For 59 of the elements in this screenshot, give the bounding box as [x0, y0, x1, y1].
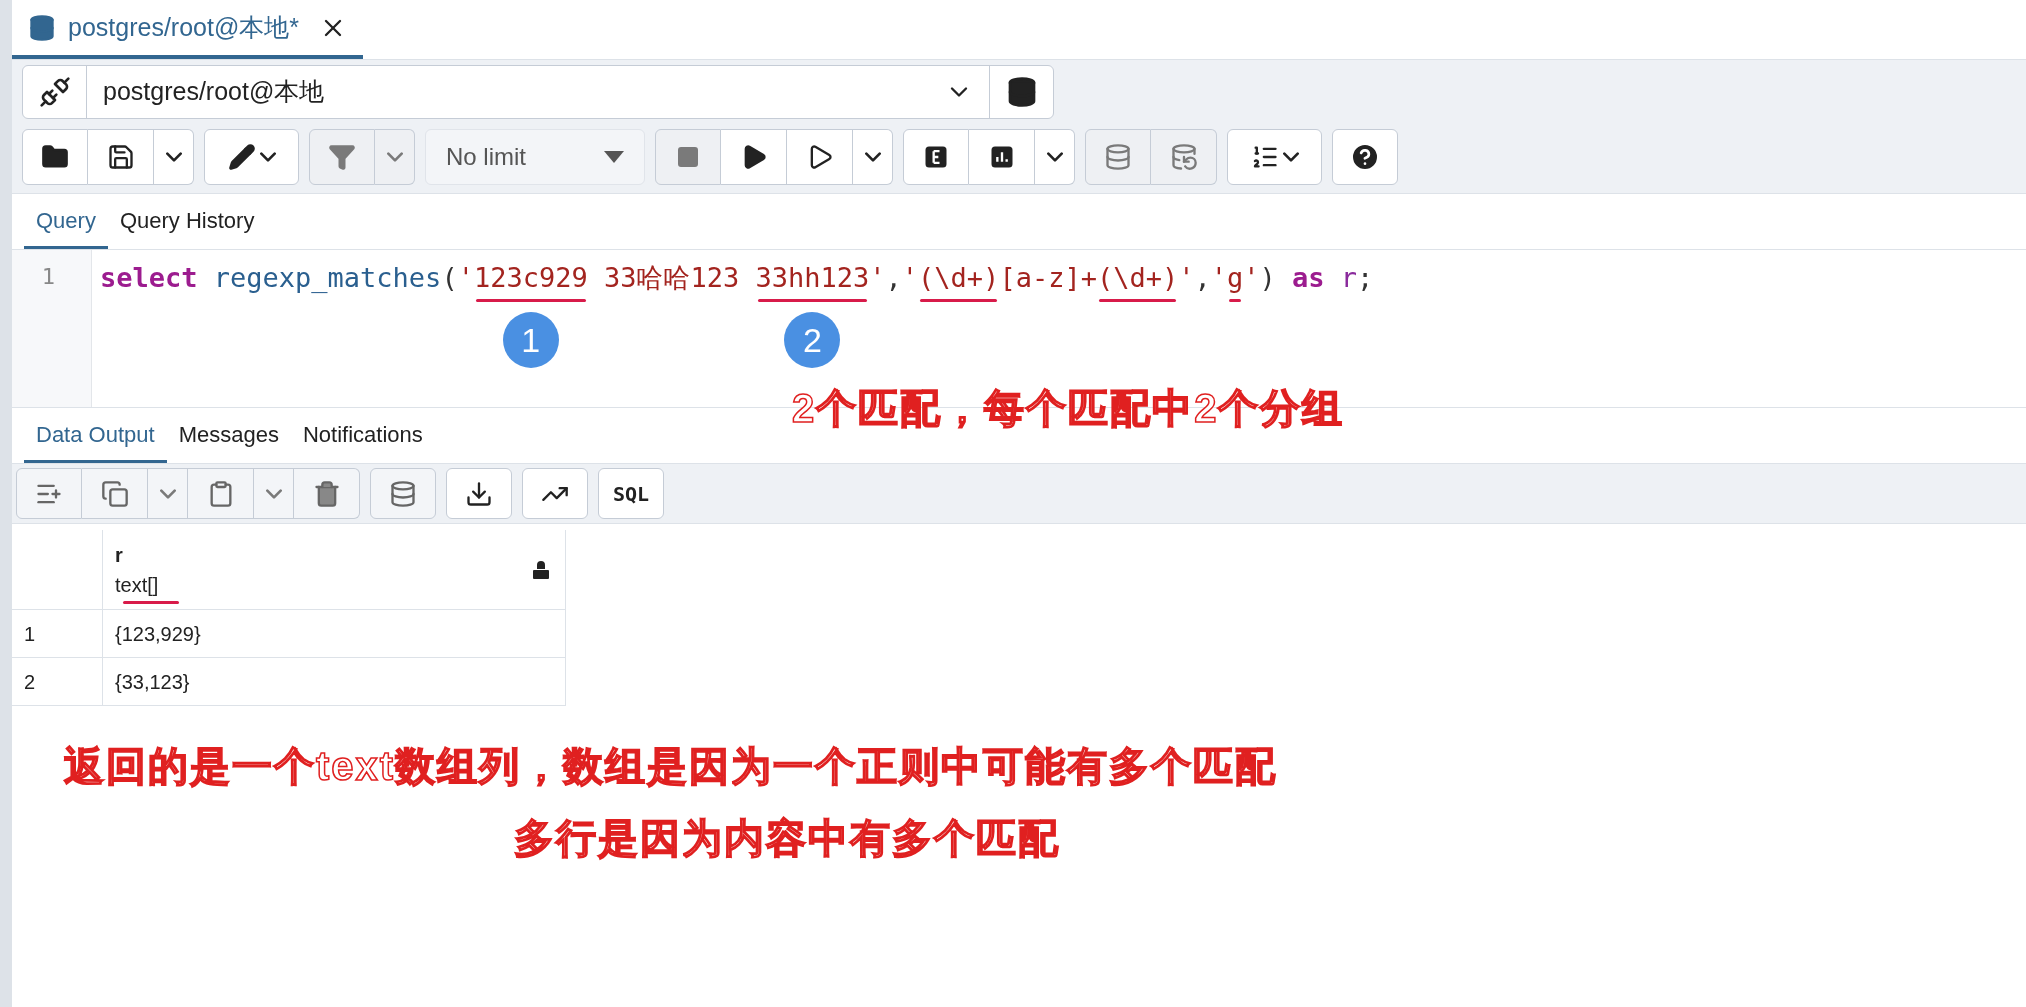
triangle-caret-icon	[604, 151, 624, 163]
toolbar-button[interactable]	[903, 129, 969, 185]
folder-icon	[41, 143, 69, 171]
annotation-text: 2个匹配，每个匹配中2个分组	[792, 385, 1345, 432]
caret-icon	[159, 488, 176, 499]
caret-icon	[386, 152, 403, 162]
tab[interactable]: Query History	[107, 194, 267, 249]
annotation-text: 多行是因为内容中有多个匹配	[513, 815, 1061, 862]
toolbar-button[interactable]	[787, 129, 853, 185]
code-line: select regexp_matches('123c929 33哈哈123 33hh123','(\d+)[a-z]+(\d+)','g') as r;	[100, 261, 1374, 295]
copy-icon	[100, 479, 129, 508]
connection-name: postgres/root@本地	[103, 76, 326, 108]
toolbar-button[interactable]	[1227, 129, 1322, 185]
dropdown-button[interactable]	[1035, 129, 1075, 185]
column-name: r	[115, 542, 124, 568]
limit-select[interactable]: No limit	[425, 129, 645, 185]
caret-icon	[864, 152, 881, 162]
sql-button[interactable]: SQL	[598, 468, 664, 519]
caret-icon	[265, 488, 282, 499]
caret-icon	[165, 152, 182, 162]
table-cell: {123,929}	[103, 610, 566, 657]
tab[interactable]: Messages	[166, 408, 291, 463]
table-cell: {33,123}	[103, 658, 566, 705]
caret-icon	[1046, 152, 1063, 162]
tab-title: postgres/root@本地*	[68, 11, 300, 43]
toolbar-button[interactable]	[969, 129, 1035, 185]
caret-icon	[1282, 152, 1299, 162]
row-number: 1	[24, 621, 36, 647]
toolbar-button[interactable]	[446, 468, 512, 519]
toolbar-button[interactable]	[721, 129, 787, 185]
toolbar-button[interactable]	[522, 468, 588, 519]
database-icon	[1104, 143, 1132, 171]
toolbar-button[interactable]	[1332, 129, 1398, 185]
dropdown-button[interactable]	[853, 129, 893, 185]
caret-icon	[259, 152, 276, 162]
database-icon	[28, 13, 56, 42]
annotation-text: 返回的是一个text数组列，数组是因为一个正则中可能有多个匹配	[64, 743, 1279, 790]
save-icon	[106, 143, 135, 171]
tab[interactable]: Notifications	[290, 408, 435, 463]
dropdown-button[interactable]	[148, 468, 188, 519]
number-badge: 2	[784, 312, 841, 368]
connection-bar[interactable]: postgres/root@本地	[22, 65, 1054, 119]
trash-icon	[312, 479, 341, 508]
dropdown-button[interactable]	[154, 129, 194, 185]
pencil-icon	[227, 143, 256, 171]
unplug-icon	[38, 76, 71, 108]
column-type: text[]	[115, 573, 159, 596]
filter-icon	[328, 143, 356, 171]
database-icon	[1169, 143, 1198, 171]
database-icon	[389, 479, 417, 508]
download-icon	[465, 479, 493, 508]
toolbar-button[interactable]	[88, 129, 154, 185]
line-number: 1	[41, 264, 55, 289]
row-number: 2	[24, 669, 36, 695]
stop-icon	[676, 145, 700, 169]
number-badge: 1	[502, 312, 559, 368]
dropdown-button[interactable]	[254, 468, 294, 519]
toolbar-button[interactable]	[204, 129, 299, 185]
toolbar-button[interactable]	[22, 129, 88, 185]
